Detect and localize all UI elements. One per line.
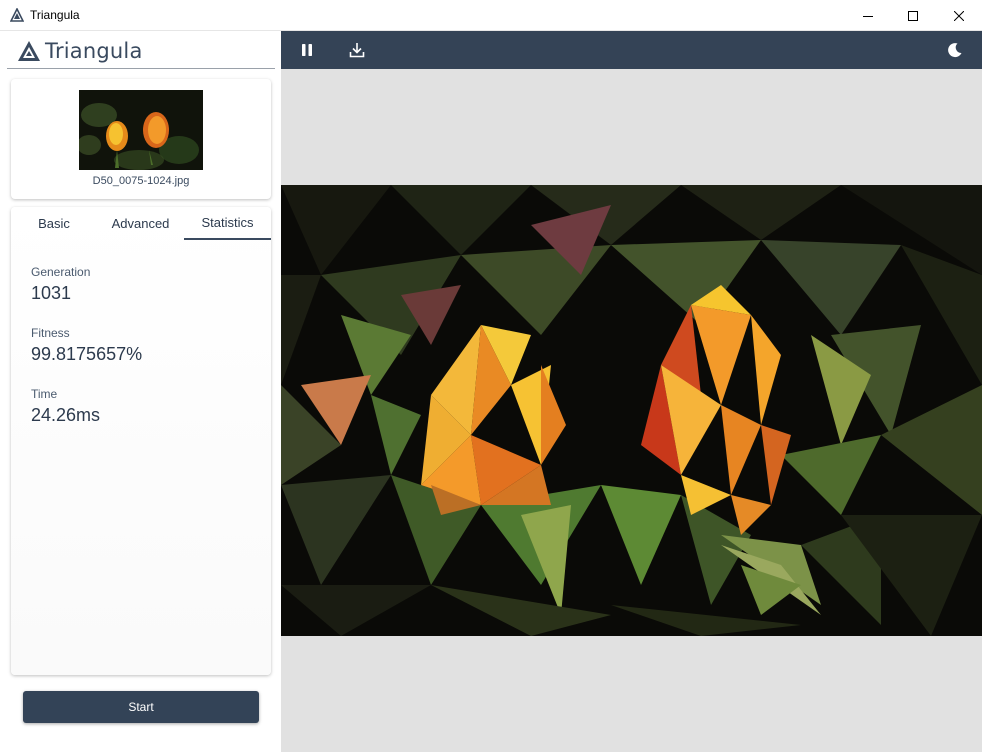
brand-name: Triangula	[45, 39, 143, 63]
toolbar	[281, 31, 982, 69]
close-icon	[954, 10, 964, 21]
triangulated-output-image	[281, 185, 982, 636]
time-value: 24.26ms	[31, 405, 101, 425]
settings-panel: Basic Advanced Statistics Generation 103…	[11, 207, 271, 675]
tab-advanced[interactable]: Advanced	[97, 207, 184, 240]
start-button[interactable]: Start	[23, 691, 259, 723]
dark-mode-toggle[interactable]	[937, 31, 973, 69]
generation-label: Generation	[31, 265, 91, 279]
image-thumbnail[interactable]	[79, 90, 203, 170]
download-button[interactable]	[339, 31, 375, 69]
maximize-icon	[908, 10, 918, 21]
minimize-icon	[863, 15, 873, 17]
triangula-logo-icon	[10, 8, 24, 22]
brand: Triangula	[17, 38, 143, 64]
generation-value: 1031	[31, 283, 72, 303]
triangula-logo-icon	[18, 41, 40, 61]
pause-icon	[302, 44, 312, 56]
fitness-label: Fitness	[31, 326, 70, 340]
sidebar: Triangula D50_0075-1024.jpg Basic Advanc…	[0, 31, 281, 752]
tab-basic[interactable]: Basic	[11, 207, 97, 240]
download-icon	[349, 43, 365, 58]
pause-button[interactable]	[289, 31, 325, 69]
tab-bar: Basic Advanced Statistics	[11, 207, 271, 240]
image-card[interactable]: D50_0075-1024.jpg	[11, 79, 271, 199]
fitness-value: 99.8175657%	[31, 344, 143, 364]
canvas-area	[281, 69, 982, 752]
tab-statistics[interactable]: Statistics	[184, 207, 271, 240]
tulip-thumbnail-image	[79, 90, 203, 170]
window-title: Triangula	[30, 8, 80, 22]
divider	[7, 68, 275, 69]
moon-icon	[948, 43, 962, 58]
maximize-button[interactable]	[890, 0, 936, 31]
time-label: Time	[31, 387, 58, 401]
close-button[interactable]	[936, 0, 982, 31]
minimize-button[interactable]	[845, 0, 891, 31]
image-filename: D50_0075-1024.jpg	[92, 175, 190, 187]
low-poly-tulip-image	[281, 185, 982, 636]
window-titlebar: Triangula	[0, 0, 982, 31]
